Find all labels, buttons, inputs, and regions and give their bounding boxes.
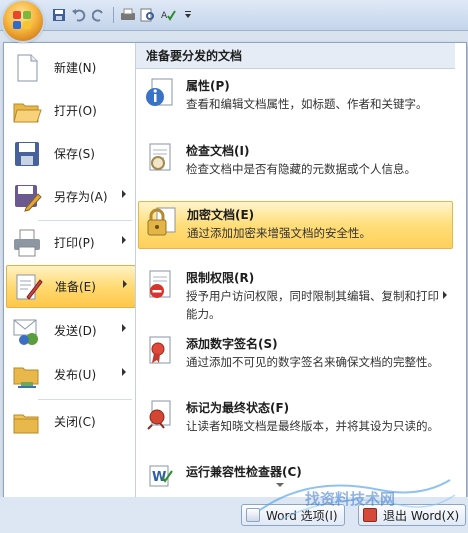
quick-access-icons: A: [50, 5, 197, 25]
left-command-pane: 新建(N) 打开(O) 保存(S) 另存为(A) 打印(P) 准备(E) 发送(…: [4, 43, 136, 498]
close-folder-icon: [12, 407, 42, 437]
menu-item-label: 准备(E): [55, 280, 96, 294]
save-as-icon: [12, 182, 42, 212]
submenu-item-title: 运行兼容性检查器(C): [186, 465, 302, 479]
menu-item-publish[interactable]: 发布(U): [6, 354, 134, 395]
menu-item-open[interactable]: 打开(O): [6, 90, 134, 131]
customize-icon[interactable]: [179, 6, 197, 24]
options-icon: [246, 508, 260, 522]
menu-item-label: 发送(D): [54, 324, 97, 338]
submenu-item-desc: 授予用户访问权限，同时限制其编辑、复制和打印能力。: [186, 289, 439, 321]
submenu-item-encrypt[interactable]: 加密文档(E) 通过添加加密来增强文档的安全性。: [138, 201, 453, 249]
submenu-header: 准备要分发的文档: [136, 43, 455, 69]
publish-icon: [12, 360, 42, 390]
menu-item-label: 新建(N): [54, 61, 97, 75]
submenu-item-signature[interactable]: 添加数字签名(S) 通过添加不可见的数字签名来确保文档的完整性。: [138, 331, 453, 389]
compatibility-checker-icon: W: [144, 463, 176, 487]
encrypt-lock-icon: [145, 206, 177, 238]
submenu-item-desc: 查看和编辑文档属性，如标题、作者和关键字。: [186, 97, 428, 111]
menu-item-label: 发布(U): [54, 368, 97, 382]
save-disk-icon: [12, 139, 42, 169]
submenu-item-title: 添加数字签名(S): [186, 337, 278, 351]
print-preview-icon[interactable]: [139, 6, 157, 24]
menu-item-save[interactable]: 保存(S): [6, 133, 134, 174]
quick-access-toolbar: A: [0, 0, 468, 31]
properties-icon: [144, 77, 176, 109]
menu-item-print[interactable]: 打印(P): [6, 222, 134, 263]
office-logo-icon: [13, 11, 33, 31]
submenu-arrow-icon: [443, 291, 447, 299]
menu-item-prepare[interactable]: 准备(E): [6, 265, 136, 308]
menu-item-send[interactable]: 发送(D): [6, 310, 134, 351]
qat-separator: [113, 7, 114, 23]
exit-word-label: 退出 Word(X): [383, 508, 460, 523]
print-icon[interactable]: [119, 6, 137, 24]
submenu-item-desc: 通过添加不可见的数字签名来确保文档的完整性。: [186, 355, 439, 369]
submenu-arrow-icon: [123, 280, 127, 288]
digital-signature-icon: [144, 335, 176, 367]
prepare-submenu: 准备要分发的文档 属性(P) 查看和编辑文档属性，如标题、作者和关键字。 检查文…: [135, 43, 455, 498]
menu-item-label: 打印(P): [54, 236, 95, 250]
open-folder-icon: [12, 96, 42, 126]
prepare-icon: [13, 272, 43, 302]
menu-item-label: 另存为(A): [54, 190, 108, 204]
menu-item-save-as[interactable]: 另存为(A): [6, 176, 134, 217]
submenu-item-title: 标记为最终状态(F): [186, 401, 290, 415]
save-icon[interactable]: [50, 6, 68, 24]
menu-item-new[interactable]: 新建(N): [6, 47, 134, 88]
undo-icon[interactable]: [70, 6, 88, 24]
submenu-item-desc: 通过添加加密来增强文档的安全性。: [187, 226, 371, 240]
svg-text:W: W: [152, 470, 166, 485]
word-options-label: Word 选项(I): [266, 508, 338, 523]
submenu-item-mark-final[interactable]: 标记为最终状态(F) 让读者知晓文档是最终版本，并将其设为只读的。: [138, 395, 453, 455]
menu-item-close[interactable]: 关闭(C): [6, 401, 134, 442]
redo-icon[interactable]: [90, 6, 108, 24]
submenu-arrow-icon: [122, 236, 126, 244]
submenu-arrow-icon: [122, 190, 126, 198]
svg-text:A: A: [161, 11, 168, 21]
submenu-item-restrict[interactable]: 限制权限(R) 授予用户访问权限，同时限制其编辑、复制和打印能力。: [138, 265, 453, 325]
submenu-item-inspect[interactable]: 检查文档(I) 检查文档中是否有隐藏的元数据或个人信息。: [138, 138, 453, 186]
menu-divider: [38, 220, 132, 221]
exit-word-button[interactable]: 退出 Word(X): [358, 504, 467, 526]
submenu-item-properties[interactable]: 属性(P) 查看和编辑文档属性，如标题、作者和关键字。: [138, 73, 453, 129]
submenu-item-title: 检查文档(I): [186, 144, 250, 158]
office-menu: 新建(N) 打开(O) 保存(S) 另存为(A) 打印(P) 准备(E) 发送(…: [3, 42, 467, 499]
menu-divider: [38, 399, 132, 400]
restrict-permission-icon: [144, 269, 176, 301]
inspect-document-icon: [144, 142, 176, 174]
printer-icon: [12, 228, 42, 258]
new-document-icon: [12, 53, 42, 83]
submenu-item-compatibility[interactable]: W 运行兼容性检查器(C): [138, 459, 453, 487]
submenu-item-title: 限制权限(R): [186, 271, 255, 285]
submenu-item-title: 属性(P): [186, 79, 230, 93]
spellcheck-icon[interactable]: A: [159, 6, 177, 24]
menu-item-label: 打开(O): [54, 104, 97, 118]
menu-item-label: 关闭(C): [54, 415, 96, 429]
menu-footer: Word 选项(I) 退出 Word(X): [0, 497, 468, 533]
mark-final-icon: [144, 399, 176, 431]
submenu-item-desc: 检查文档中是否有隐藏的元数据或个人信息。: [186, 162, 416, 176]
scroll-down-icon[interactable]: [276, 483, 284, 487]
menu-item-label: 保存(S): [54, 147, 95, 161]
office-button[interactable]: [3, 1, 43, 41]
word-options-button[interactable]: Word 选项(I): [241, 504, 345, 526]
exit-icon: [363, 508, 377, 522]
submenu-item-desc: 让读者知晓文档是最终版本，并将其设为只读的。: [186, 419, 439, 433]
submenu-item-title: 加密文档(E): [187, 208, 255, 222]
submenu-arrow-icon: [122, 368, 126, 376]
submenu-arrow-icon: [122, 324, 126, 332]
send-icon: [12, 316, 42, 346]
